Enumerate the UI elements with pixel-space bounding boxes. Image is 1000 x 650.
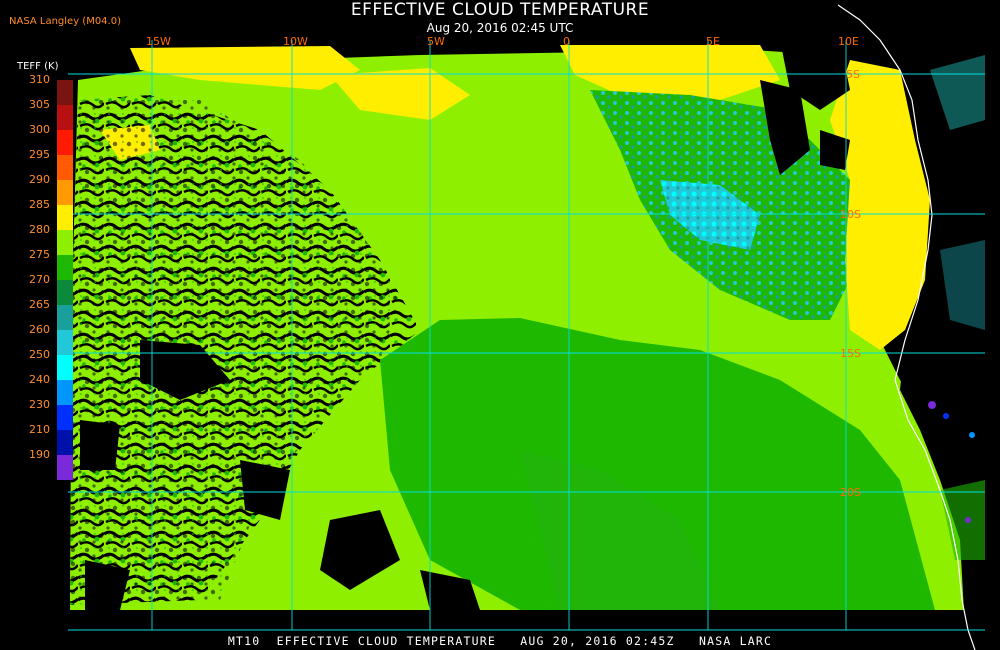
colorbar-label: 310 (29, 73, 50, 86)
colorbar-swatch (57, 330, 73, 355)
colorbar-label: 265 (29, 298, 50, 311)
lon-label: 5W (427, 35, 445, 48)
lat-label: 15S (840, 347, 861, 360)
cloud-temperature-map: 15W 10W 5W 0 5E 10E 5S 10S 15S 20S (68, 4, 985, 650)
lon-label: 10E (838, 35, 859, 48)
colorbar-swatch (57, 255, 73, 280)
colorbar-label: 300 (29, 123, 50, 136)
map-title: EFFECTIVE CLOUD TEMPERATURE (350, 0, 650, 20)
colorbar-label: 290 (29, 173, 50, 186)
colorbar-label: 295 (29, 148, 50, 161)
colorbar-label: 190 (29, 448, 50, 461)
colorbar-label: 230 (29, 398, 50, 411)
lon-label: 15W (146, 35, 171, 48)
colorbar-swatch (57, 380, 73, 405)
colorbar-swatch (57, 105, 73, 130)
colorbar-swatch (57, 130, 73, 155)
lon-label: 0 (563, 35, 570, 48)
colorbar-swatch (57, 180, 73, 205)
colorbar-swatch (57, 405, 73, 430)
colorbar-swatch (57, 455, 73, 480)
colorbar-swatch (57, 430, 73, 455)
colorbar-label: 210 (29, 423, 50, 436)
colorbar-swatch (57, 355, 73, 380)
colorbar-label: 250 (29, 348, 50, 361)
lat-label: 10S (840, 208, 861, 221)
footer-caption: MT10 EFFECTIVE CLOUD TEMPERATURE AUG 20,… (227, 634, 773, 648)
colorbar-label: 240 (29, 373, 50, 386)
colorbar-label: 275 (29, 248, 50, 261)
colorbar-swatch (57, 305, 73, 330)
colorbar-swatch (57, 230, 73, 255)
colorbar-label: 270 (29, 273, 50, 286)
lon-label: 10W (283, 35, 308, 48)
producer-label: NASA Langley (M04.0) (9, 16, 121, 27)
colorbar-swatch (57, 205, 73, 230)
colorbar-label: 285 (29, 198, 50, 211)
lat-label: 20S (840, 486, 861, 499)
colorbar-title: TEFF (K) (17, 61, 59, 72)
colorbar-swatch (57, 155, 73, 180)
colorbar-label: 305 (29, 98, 50, 111)
colorbar-swatch (57, 280, 73, 305)
colorbar-label: 280 (29, 223, 50, 236)
lat-label: 5S (846, 68, 860, 81)
lon-label: 5E (706, 35, 720, 48)
colorbar-swatch (57, 80, 73, 105)
colorbar-label: 260 (29, 323, 50, 336)
map-timestamp: Aug 20, 2016 02:45 UTC (426, 21, 574, 35)
